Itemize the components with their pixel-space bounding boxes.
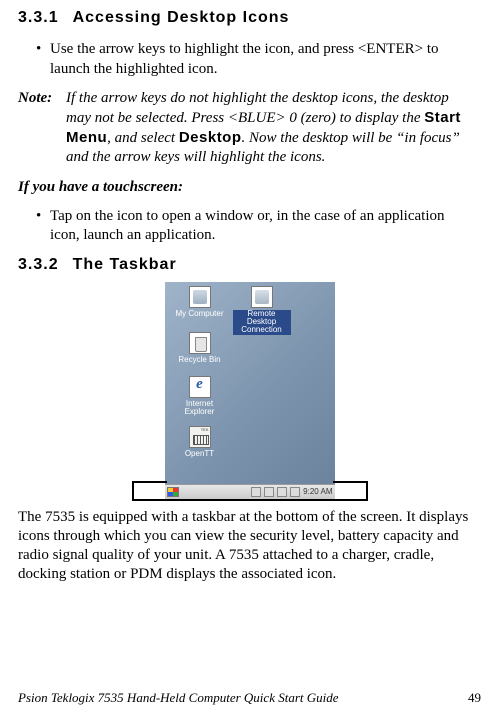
colon: :	[178, 179, 183, 195]
note-text-1: If the arrow keys do not highlight the d…	[66, 90, 449, 126]
desktop-text: Desktop	[179, 129, 242, 146]
section-number: 3.3.2	[18, 256, 59, 273]
tray-icon	[277, 487, 287, 497]
note-label: Note:	[18, 89, 66, 108]
icon-label: Remote Desktop Connection	[233, 310, 291, 335]
touchscreen-heading: If you have a touchscreen:	[18, 178, 481, 197]
start-button-icon	[167, 487, 179, 497]
taskbar-tray: 9:20 AM	[251, 487, 332, 497]
tray-icon	[251, 487, 261, 497]
section-number: 3.3.1	[18, 9, 59, 26]
icon-label: Internet Explorer	[171, 400, 229, 417]
tray-icon	[290, 487, 300, 497]
internet-explorer-icon: Internet Explorer	[171, 376, 229, 417]
note-text-2: , and select	[107, 130, 179, 146]
terminal-icon	[189, 426, 211, 448]
trash-icon	[189, 332, 211, 354]
bullet-dot: •	[36, 40, 50, 59]
desktop-screenshot-figure: My Computer Remote Desktop Connection Re…	[132, 282, 368, 500]
page-number: 49	[468, 690, 481, 707]
bullet-item-1: •Use the arrow keys to highlight the ico…	[36, 40, 481, 78]
icon-label: OpenTT	[171, 450, 229, 458]
remote-desktop-icon: Remote Desktop Connection	[233, 286, 291, 335]
page-footer: Psion Teklogix 7535 Hand-Held Computer Q…	[18, 690, 481, 707]
clock-text: 9:20 AM	[303, 487, 332, 497]
recycle-bin-icon: Recycle Bin	[171, 332, 229, 364]
bullet-text: Use the arrow keys to highlight the icon…	[50, 40, 470, 78]
my-computer-icon: My Computer	[171, 286, 229, 318]
tray-icon	[264, 487, 274, 497]
section-heading-3-3-2: 3.3.2 The Taskbar	[18, 255, 481, 275]
opentt-icon: OpenTT	[171, 426, 229, 458]
note-body: If the arrow keys do not highlight the d…	[66, 89, 471, 168]
bullet-text: Tap on the icon to open a window or, in …	[50, 207, 470, 245]
icon-label: Recycle Bin	[171, 356, 229, 364]
section-title-text: The Taskbar	[73, 256, 177, 273]
note-block: Note:If the arrow keys do not highlight …	[18, 89, 481, 168]
bullet-dot: •	[36, 207, 50, 226]
computer-icon	[189, 286, 211, 308]
body-paragraph: The 7535 is equipped with a taskbar at t…	[18, 508, 481, 585]
bullet-item-2: •Tap on the icon to open a window or, in…	[36, 207, 481, 245]
icon-label: My Computer	[171, 310, 229, 318]
footer-title: Psion Teklogix 7535 Hand-Held Computer Q…	[18, 690, 339, 707]
section-title-text: Accessing Desktop Icons	[73, 9, 290, 26]
touchscreen-text: If you have a touchscreen	[18, 179, 178, 195]
section-heading-3-3-1: 3.3.1 Accessing Desktop Icons	[18, 8, 481, 28]
ie-icon	[189, 376, 211, 398]
rdc-icon	[251, 286, 273, 308]
desktop-screenshot: My Computer Remote Desktop Connection Re…	[165, 282, 335, 500]
taskbar-left	[167, 487, 179, 497]
taskbar: 9:20 AM	[165, 484, 335, 500]
